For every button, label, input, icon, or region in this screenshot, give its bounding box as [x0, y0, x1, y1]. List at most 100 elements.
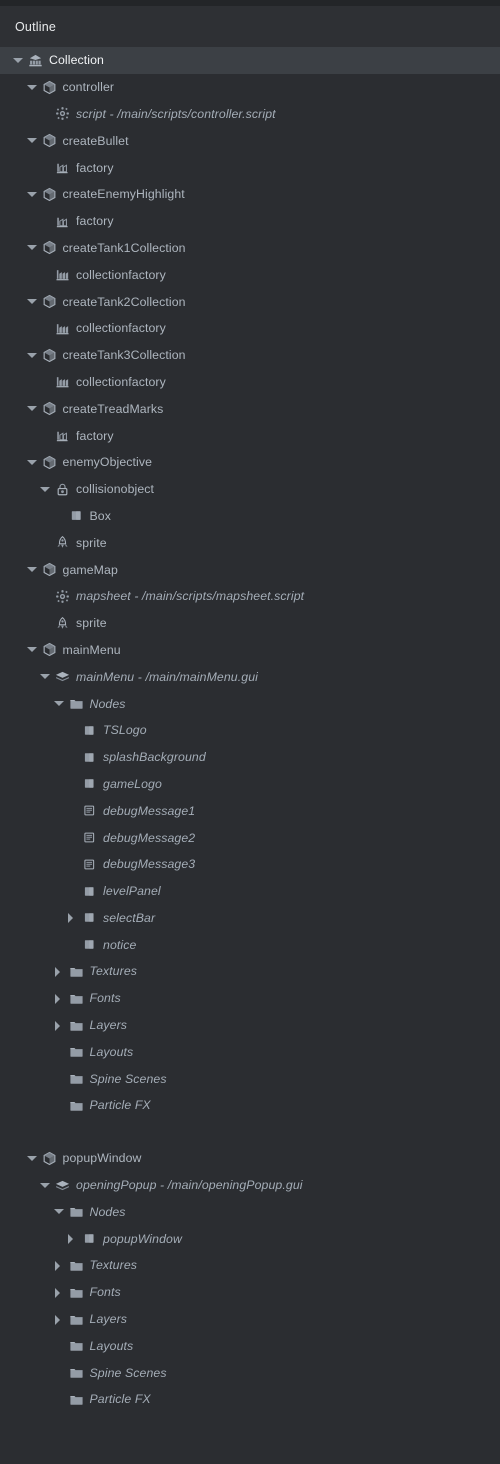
tree-row-label: selectBar	[103, 910, 156, 925]
tree-row[interactable]: Spine Scenes	[0, 1359, 500, 1386]
chevron-down-icon[interactable]	[40, 671, 51, 682]
tree-row[interactable]: factory	[0, 422, 500, 449]
tree-row[interactable]: Layouts	[0, 1332, 500, 1359]
chevron-right-icon[interactable]	[54, 1020, 65, 1031]
tree-row[interactable]: popupWindow	[0, 1145, 500, 1172]
tree-row-label: collisionobject	[76, 482, 155, 497]
chevron-right-icon[interactable]	[54, 966, 65, 977]
tree-row[interactable]: selectBar	[0, 905, 500, 932]
chevron-right-icon[interactable]	[67, 912, 78, 924]
tree-row-label: createTank2Collection	[62, 294, 186, 309]
tree-row[interactable]: collectionfactory	[0, 261, 500, 288]
tree-row[interactable]: enemyObjective	[0, 449, 500, 476]
chevron-right-icon[interactable]	[54, 993, 65, 1004]
folder-icon	[69, 1338, 84, 1353]
tree-row[interactable]: collectionfactory	[0, 369, 500, 396]
tree-row-label: TSLogo	[103, 723, 147, 738]
chevron-right-icon[interactable]	[67, 1233, 78, 1245]
tree-row[interactable]: Box	[0, 503, 500, 530]
tree-row-label: collectionfactory	[76, 321, 166, 336]
tree-row-label: Spine Scenes	[89, 1071, 167, 1086]
tree-row[interactable]: Particle FX	[0, 1092, 500, 1119]
tree-section-spacer	[0, 1119, 500, 1145]
chevron-down-icon[interactable]	[53, 1206, 65, 1217]
tree-row[interactable]: mainMenu - /main/mainMenu.gui	[0, 663, 500, 690]
tree-row[interactable]: Particle FX	[0, 1386, 500, 1413]
chevron-down-icon[interactable]	[26, 189, 38, 200]
tree-row[interactable]: collisionobject	[0, 476, 500, 503]
tree-row[interactable]: debugMessage2	[0, 824, 500, 851]
chevron-down-icon[interactable]	[26, 457, 38, 468]
gui-icon	[55, 669, 70, 684]
outline-tree[interactable]: Collection controller script - /main/scrip…	[0, 47, 500, 1413]
chevron-down-icon[interactable]	[26, 403, 38, 414]
chevron-down-icon[interactable]	[26, 242, 38, 253]
tree-row-label: levelPanel	[103, 884, 161, 899]
tree-row[interactable]: mainMenu	[0, 637, 500, 664]
chevron-down-icon[interactable]	[13, 55, 24, 66]
chevron-down-icon[interactable]	[26, 1153, 38, 1164]
tree-row[interactable]: Layouts	[0, 1038, 500, 1065]
tree-row[interactable]: createTank3Collection	[0, 342, 500, 369]
tree-row[interactable]: createEnemyHighlight	[0, 181, 500, 208]
tree-row-label: factory	[76, 214, 114, 229]
tree-row[interactable]: Textures	[0, 958, 500, 985]
tree-row-label: createTank3Collection	[62, 348, 186, 363]
game-object-icon	[42, 348, 57, 363]
tree-row[interactable]: createTreadMarks	[0, 395, 500, 422]
tree-row[interactable]: sprite	[0, 529, 500, 556]
chevron-right-icon[interactable]	[54, 1287, 65, 1298]
tree-row[interactable]: script - /main/scripts/controller.script	[0, 101, 500, 128]
tree-row[interactable]: Fonts	[0, 1279, 500, 1306]
tree-row-label: Textures	[89, 1258, 138, 1273]
tree-row[interactable]: Layers	[0, 1012, 500, 1039]
tree-row[interactable]: Textures	[0, 1252, 500, 1279]
tree-row[interactable]: factory	[0, 208, 500, 235]
tree-row[interactable]: Nodes	[0, 1198, 500, 1225]
tree-row[interactable]: Spine Scenes	[0, 1065, 500, 1092]
tree-row[interactable]: createTank2Collection	[0, 288, 500, 315]
tree-row[interactable]: Collection	[0, 47, 500, 74]
chevron-down-icon[interactable]	[26, 644, 38, 655]
chevron-down-icon[interactable]	[53, 698, 65, 709]
sprite-icon	[55, 616, 70, 631]
tree-row[interactable]: debugMessage3	[0, 851, 500, 878]
folder-icon	[69, 1204, 84, 1219]
tree-row[interactable]: TSLogo	[0, 717, 500, 744]
chevron-down-icon[interactable]	[26, 350, 38, 361]
tree-row-label: gameMap	[62, 562, 118, 577]
tree-row[interactable]: gameLogo	[0, 771, 500, 798]
tree-row[interactable]: levelPanel	[0, 878, 500, 905]
tree-row[interactable]: popupWindow	[0, 1225, 500, 1252]
chevron-down-icon[interactable]	[40, 1180, 51, 1191]
tree-row[interactable]: Nodes	[0, 690, 500, 717]
game-object-icon	[42, 133, 57, 148]
tree-row[interactable]: factory	[0, 154, 500, 181]
tree-row[interactable]: mapsheet - /main/scripts/mapsheet.script	[0, 583, 500, 610]
chevron-down-icon[interactable]	[40, 484, 51, 495]
chevron-down-icon[interactable]	[26, 564, 38, 575]
tree-row[interactable]: sprite	[0, 610, 500, 637]
chevron-down-icon[interactable]	[26, 82, 38, 93]
tree-row[interactable]: controller	[0, 74, 500, 101]
tree-row-label: Layouts	[89, 1338, 134, 1353]
chevron-down-icon[interactable]	[26, 296, 38, 307]
tree-row-label: gameLogo	[103, 776, 162, 791]
game-object-icon	[42, 187, 57, 202]
tree-row[interactable]: notice	[0, 931, 500, 958]
collision-object-icon	[55, 482, 70, 497]
tree-row[interactable]: createBullet	[0, 127, 500, 154]
tree-row[interactable]: openingPopup - /main/openingPopup.gui	[0, 1172, 500, 1199]
tree-row[interactable]: debugMessage1	[0, 797, 500, 824]
tree-row[interactable]: splashBackground	[0, 744, 500, 771]
chevron-right-icon[interactable]	[54, 1260, 65, 1271]
chevron-down-icon[interactable]	[26, 135, 38, 146]
tree-row[interactable]: gameMap	[0, 556, 500, 583]
tree-row[interactable]: collectionfactory	[0, 315, 500, 342]
tree-row[interactable]: Layers	[0, 1306, 500, 1333]
folder-icon	[69, 1258, 84, 1273]
tree-row[interactable]: Fonts	[0, 985, 500, 1012]
chevron-right-icon[interactable]	[54, 1314, 65, 1325]
tree-row-label: createEnemyHighlight	[62, 187, 185, 202]
tree-row[interactable]: createTank1Collection	[0, 235, 500, 262]
